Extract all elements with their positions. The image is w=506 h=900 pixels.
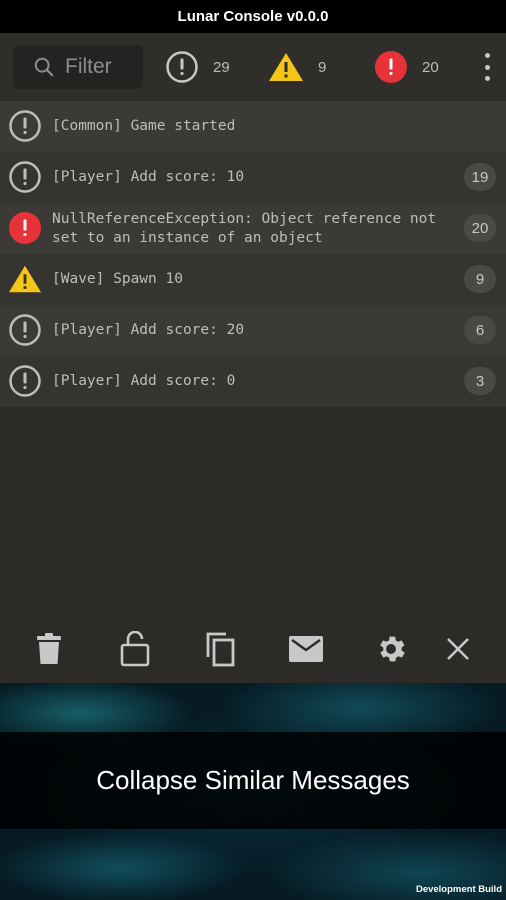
error-filter-toggle[interactable]: 20 [374,51,439,83]
log-entry[interactable]: NullReferenceException: Object reference… [0,203,506,254]
log-list[interactable]: [Common] Game started [Player] Add score… [0,101,506,407]
log-icon [8,160,42,194]
collapse-count-badge: 9 [464,265,496,293]
email-button[interactable] [286,629,326,669]
collapse-count-badge: 19 [464,163,496,191]
app-title: Lunar Console v0.0.0 [0,0,506,33]
log-message: [Player] Add score: 20 [52,322,245,338]
filter-placeholder: Filter [65,55,112,78]
log-entry[interactable]: [Common] Game started [0,101,506,152]
action-bar [0,615,506,683]
trash-icon [37,633,61,664]
collapse-count-badge: 20 [464,214,496,242]
log-entry[interactable]: [Wave] Spawn 10 9 [0,254,506,305]
feature-banner: Collapse Similar Messages [0,732,506,829]
close-button[interactable] [438,629,478,669]
warning-filter-toggle[interactable]: 9 [268,51,326,83]
collapse-count-badge: 3 [464,367,496,395]
console-toolbar: Filter 29 9 20 [0,33,506,101]
filter-input[interactable]: Filter [13,45,143,89]
warning-icon [269,53,303,81]
development-build-label: Development Build [415,884,502,895]
log-count: 29 [213,58,230,76]
copy-button[interactable] [200,629,240,669]
log-icon [8,313,42,347]
log-message: [Player] Add score: 10 [52,169,245,185]
clear-button[interactable] [29,629,69,669]
lock-open-icon [120,631,150,667]
close-icon [447,638,469,660]
log-icon [166,51,198,83]
console-panel: Filter 29 9 20 [Common] Game started [Pl… [0,33,506,683]
settings-button[interactable] [371,629,411,669]
log-message: [Common] Game started [52,118,236,134]
error-icon [8,211,42,245]
log-icon [8,109,42,143]
log-message: NullReferenceException: Object reference… [52,210,445,246]
error-icon [375,51,407,83]
log-message: [Wave] Spawn 10 [52,271,183,287]
log-entry[interactable]: [Player] Add score: 10 19 [0,152,506,203]
scroll-lock-button[interactable] [115,629,155,669]
warning-count: 9 [318,58,327,76]
log-icon [8,364,42,398]
copy-icon [206,632,235,667]
mail-icon [289,636,323,662]
log-filter-toggle[interactable]: 29 [165,51,230,83]
log-entry[interactable]: [Player] Add score: 0 3 [0,356,506,407]
collapse-count-badge: 6 [464,316,496,344]
search-icon [34,57,54,77]
log-message: [Player] Add score: 0 [52,373,236,389]
more-menu-icon[interactable] [482,53,492,81]
gear-icon [380,636,405,662]
error-count: 20 [422,58,439,76]
warning-icon [8,262,42,296]
log-entry[interactable]: [Player] Add score: 20 6 [0,305,506,356]
